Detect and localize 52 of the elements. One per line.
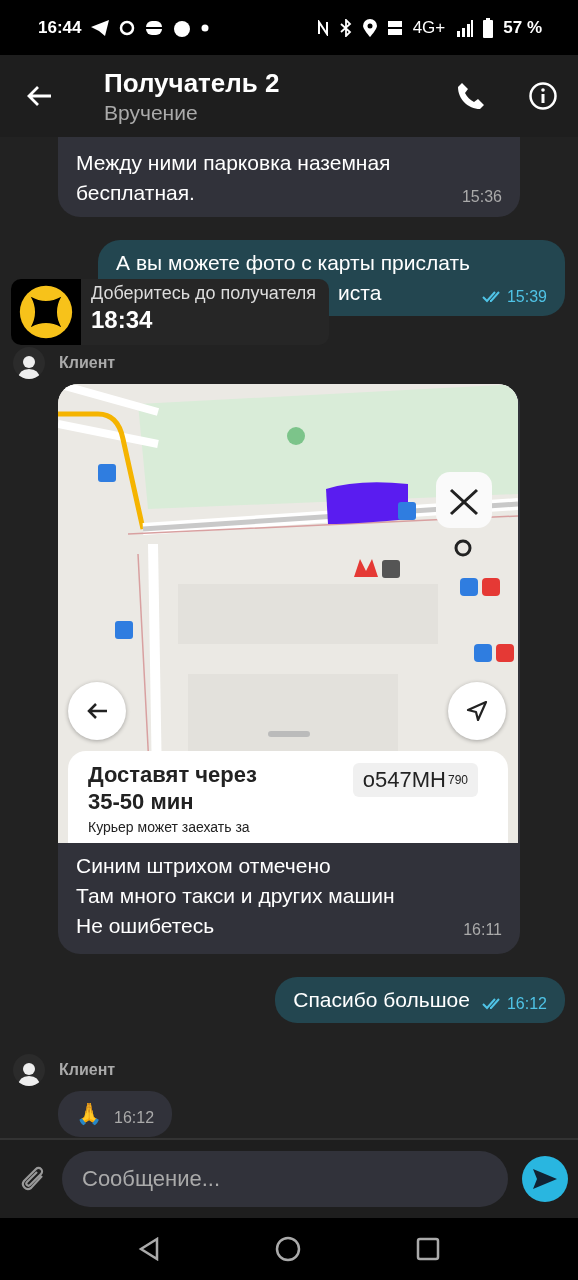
- license-plate: о547МН 790: [352, 763, 478, 797]
- send-button[interactable]: [522, 1156, 568, 1202]
- location-pin-icon: [362, 18, 377, 37]
- bluetooth-icon: [338, 18, 353, 37]
- chat-title: Получатель 2: [104, 67, 281, 99]
- dot-icon: [201, 23, 210, 32]
- back-arrow-icon[interactable]: [26, 85, 52, 107]
- info-icon[interactable]: [528, 81, 558, 111]
- message-text: А вы можете фото с карты прислать: [116, 250, 470, 276]
- message-text: Между ними парковка наземная: [76, 150, 391, 176]
- signal-icon: [455, 18, 474, 37]
- back-arrow-icon: [86, 702, 108, 720]
- battery-icon: [483, 17, 494, 38]
- message-text: Не ошибетесь: [76, 913, 216, 939]
- avatar-silhouette-icon: [13, 1054, 45, 1086]
- message-time: 15:36: [461, 187, 502, 207]
- message-text: Синим штрихом отмечено: [76, 853, 332, 879]
- courier-note: Курьер может заехать за: [88, 818, 251, 836]
- battery-level: 57 %: [503, 17, 542, 38]
- drag-handle[interactable]: [268, 731, 310, 737]
- app-logo-icon: [19, 285, 73, 339]
- delivery-eta: Доставят через: [88, 761, 257, 788]
- message-text: бесплатная.: [76, 180, 196, 206]
- paper-plane-icon: [91, 19, 110, 36]
- chat-subtitle: Вручение: [104, 100, 199, 125]
- message-text: Там много такси и других машин: [76, 883, 395, 909]
- sender-name: Клиент: [59, 354, 116, 372]
- message-time: 15:39: [481, 286, 547, 308]
- avatar-silhouette-icon: [13, 347, 45, 379]
- app-icon: [173, 18, 192, 37]
- app-icon: [145, 18, 164, 37]
- back-nav-icon[interactable]: [137, 1237, 160, 1261]
- delivery-eta: 35-50 мин: [88, 788, 195, 815]
- status-time: 16:44: [38, 17, 82, 38]
- navigation-arrow-icon: [466, 700, 488, 722]
- phone-icon[interactable]: [456, 81, 486, 111]
- message-input[interactable]: Сообщение...: [62, 1151, 508, 1207]
- send-icon: [532, 1168, 558, 1190]
- nfc-icon: [316, 19, 329, 36]
- notification-time: 18:34: [91, 306, 154, 334]
- notification-text: Доберитесь до получателя: [91, 283, 317, 304]
- recents-nav-icon[interactable]: [416, 1237, 441, 1261]
- sender-name: Клиент: [59, 1061, 116, 1079]
- message-time: 16:12: [114, 1108, 155, 1128]
- network-type: 4G+: [412, 17, 446, 38]
- message-time: 16:11: [463, 920, 502, 940]
- home-nav-icon[interactable]: [275, 1236, 301, 1262]
- message-text: иста: [338, 280, 382, 306]
- message-text: Спасибо большое: [293, 987, 470, 1013]
- message-time: 16:12: [481, 993, 547, 1015]
- message-text: 🙏: [76, 1101, 102, 1127]
- notification-popup[interactable]: Доберитесь до получателя 18:34: [11, 279, 329, 345]
